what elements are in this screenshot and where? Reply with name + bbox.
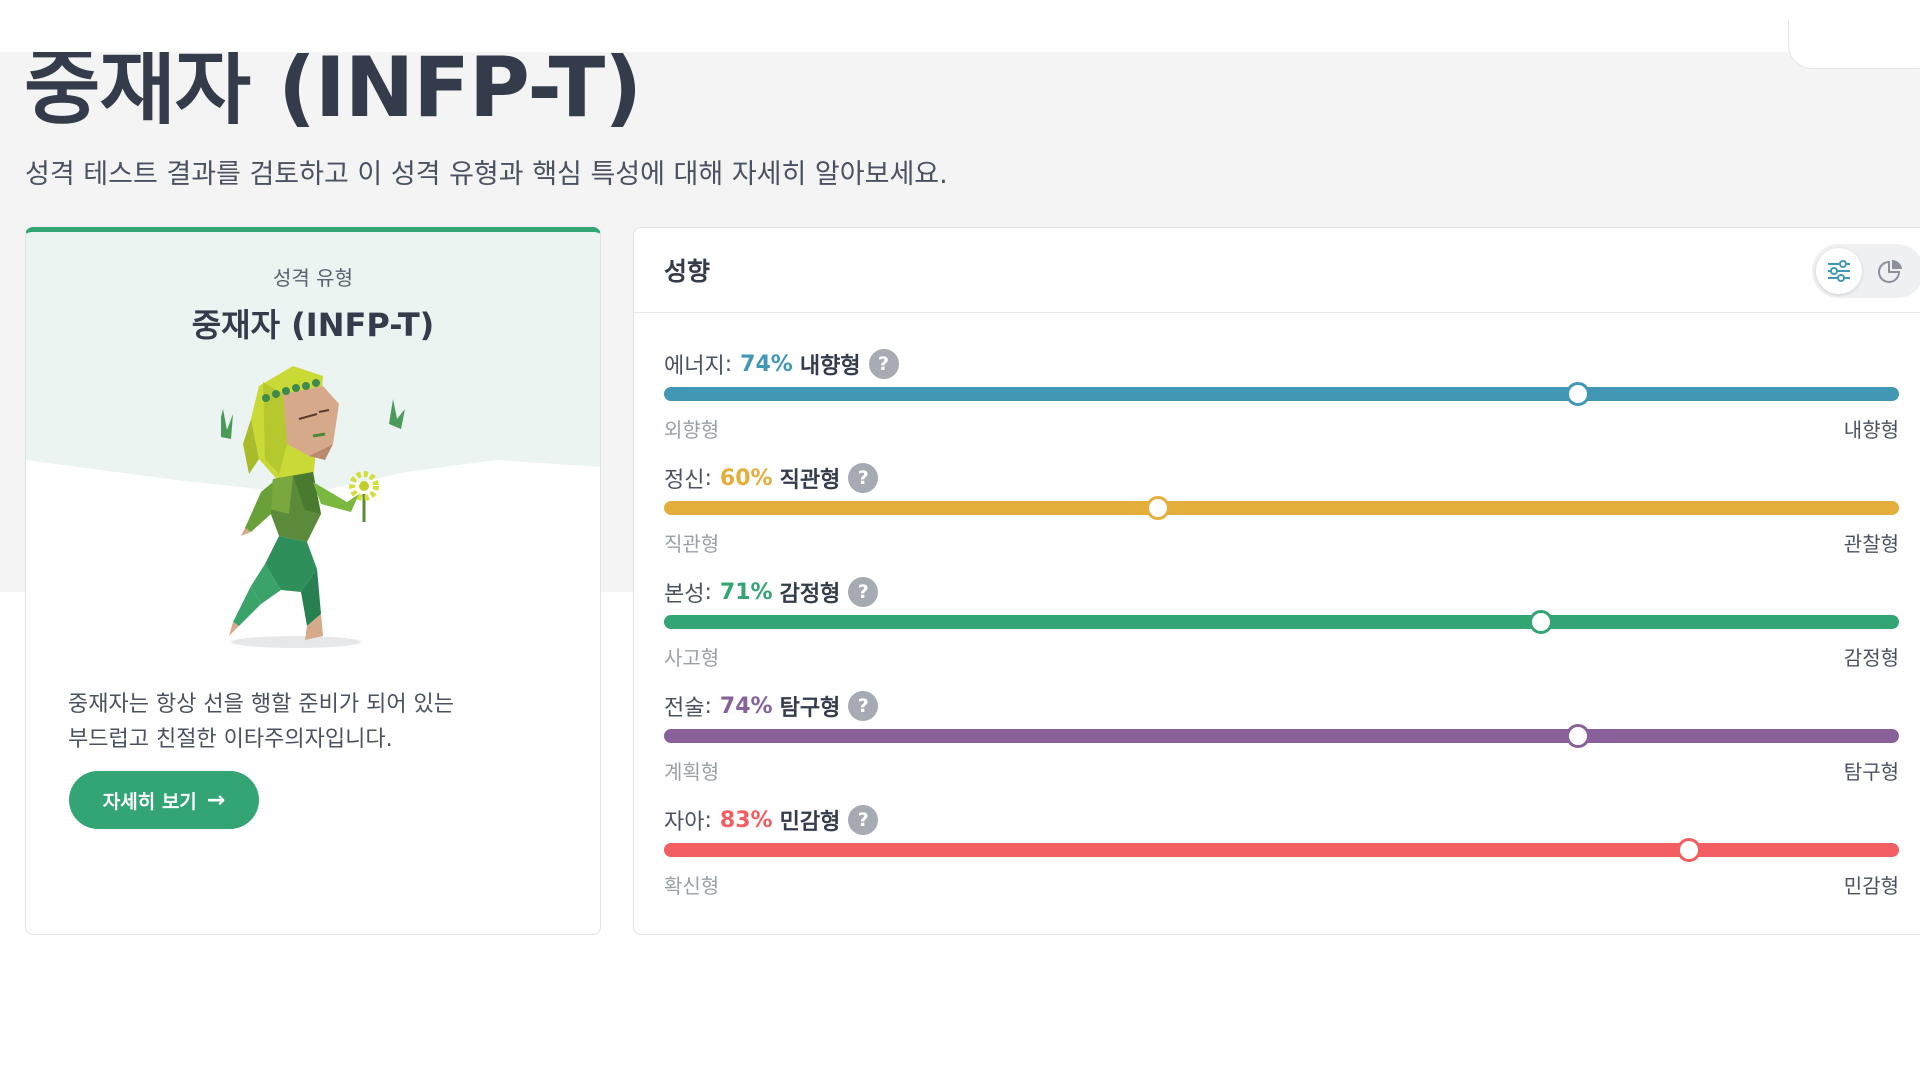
trait-left-label: 직관형 <box>664 532 720 556</box>
trait-percent: 60% <box>719 465 773 491</box>
slider-view-button[interactable] <box>1816 248 1862 294</box>
trait-percent: 83% <box>719 807 773 833</box>
card-type-label: 성격 유형 <box>273 266 353 290</box>
page-title: 중재자 (INFP-T) <box>24 39 642 136</box>
page-subtitle: 성격 테스트 결과를 검토하고 이 성격 유형과 핵심 특성에 대해 자세히 알… <box>25 159 948 190</box>
trait-left-label: 사고형 <box>664 646 720 670</box>
trait-bar-knob[interactable] <box>1565 724 1590 748</box>
traits-title: 성향 <box>664 257 711 286</box>
help-icon[interactable]: ? <box>848 805 879 835</box>
trait-right-label: 민감형 <box>1843 874 1899 898</box>
account-menu-pill[interactable] <box>1788 20 1920 69</box>
trait-right-label: 탐구형 <box>1843 760 1899 784</box>
trait-left-label: 외향형 <box>664 418 720 442</box>
sliders-icon <box>1828 260 1850 282</box>
help-icon[interactable]: ? <box>848 577 879 607</box>
trait-row-nature: 본성: 71% 감정형 ? 사고형 감정형 <box>664 574 1899 674</box>
trait-right-label: 감정형 <box>1843 646 1899 670</box>
trait-right-label: 내향형 <box>1843 418 1899 442</box>
trait-dominant: 감정형 <box>779 582 841 607</box>
trait-bar-knob[interactable] <box>1565 382 1590 406</box>
view-toggle <box>1812 244 1920 298</box>
trait-bar-knob[interactable] <box>1528 610 1553 634</box>
trait-bar-knob[interactable] <box>1677 838 1702 862</box>
trait-dominant: 민감형 <box>779 810 841 835</box>
trait-dominant: 내향형 <box>799 354 861 379</box>
chart-view-button[interactable] <box>1867 248 1913 294</box>
mediator-character-illustration-icon <box>221 366 405 648</box>
trait-right-label: 관찰형 <box>1843 532 1899 556</box>
pie-chart-icon <box>1878 259 1902 283</box>
trait-bar <box>664 382 1899 406</box>
trait-row-energy: 에너지: 74% 내향형 ? 외향형 내향형 <box>664 346 1899 446</box>
traits-card: 성향 에너지: 74% 내향형 ? 외향형 내향형 정신: 60% 직관형 ?… <box>633 227 1920 935</box>
trait-left-label: 확신형 <box>664 874 720 898</box>
type-description: 중재자는 항상 선을 행할 준비가 되어 있는 부드럽고 친절한 이타주의자입니… <box>68 687 548 757</box>
learn-more-button[interactable]: 자세히 보기 → <box>69 771 259 829</box>
arrow-right-icon: → <box>206 787 226 813</box>
trait-percent: 74% <box>719 693 773 719</box>
help-icon[interactable]: ? <box>848 691 879 721</box>
trait-row-tactics: 전술: 74% 탐구형 ? 계획형 탐구형 <box>664 688 1899 788</box>
personality-type-card: 성격 유형 중재자 (INFP-T) 중재자는 항상 선을 행할 준비가 되어 … <box>25 227 601 935</box>
help-icon[interactable]: ? <box>848 463 879 493</box>
top-navigation-bar <box>0 0 1920 69</box>
trait-row-identity: 자아: 83% 민감형 ? 확신형 민감형 <box>664 802 1899 902</box>
trait-bar <box>664 838 1899 862</box>
trait-name: 에너지 <box>664 354 725 379</box>
trait-dominant: 탐구형 <box>779 696 841 721</box>
traits-card-header: 성향 <box>634 228 1920 313</box>
trait-row-mind: 정신: 60% 직관형 ? 직관형 관찰형 <box>664 460 1899 560</box>
trait-percent: 71% <box>719 579 773 605</box>
learn-more-label: 자세히 보기 <box>102 790 197 813</box>
type-description-line: 부드럽고 친절한 이타주의자입니다. <box>68 727 393 752</box>
trait-left-label: 계획형 <box>664 760 720 784</box>
trait-bar <box>664 610 1899 634</box>
card-type-name: 중재자 (INFP-T) <box>191 306 435 344</box>
trait-bar <box>664 496 1899 520</box>
trait-bar <box>664 724 1899 748</box>
trait-percent: 74% <box>740 351 793 377</box>
trait-bar-knob[interactable] <box>1146 496 1170 520</box>
trait-name: 본성 <box>664 582 705 607</box>
trait-dominant: 직관형 <box>779 468 841 493</box>
trait-name: 전술 <box>664 696 705 721</box>
trait-name: 자아 <box>664 810 705 835</box>
help-icon[interactable]: ? <box>868 349 899 379</box>
type-description-line: 중재자는 항상 선을 행할 준비가 되어 있는 <box>68 692 455 717</box>
trait-name: 정신 <box>664 468 705 493</box>
